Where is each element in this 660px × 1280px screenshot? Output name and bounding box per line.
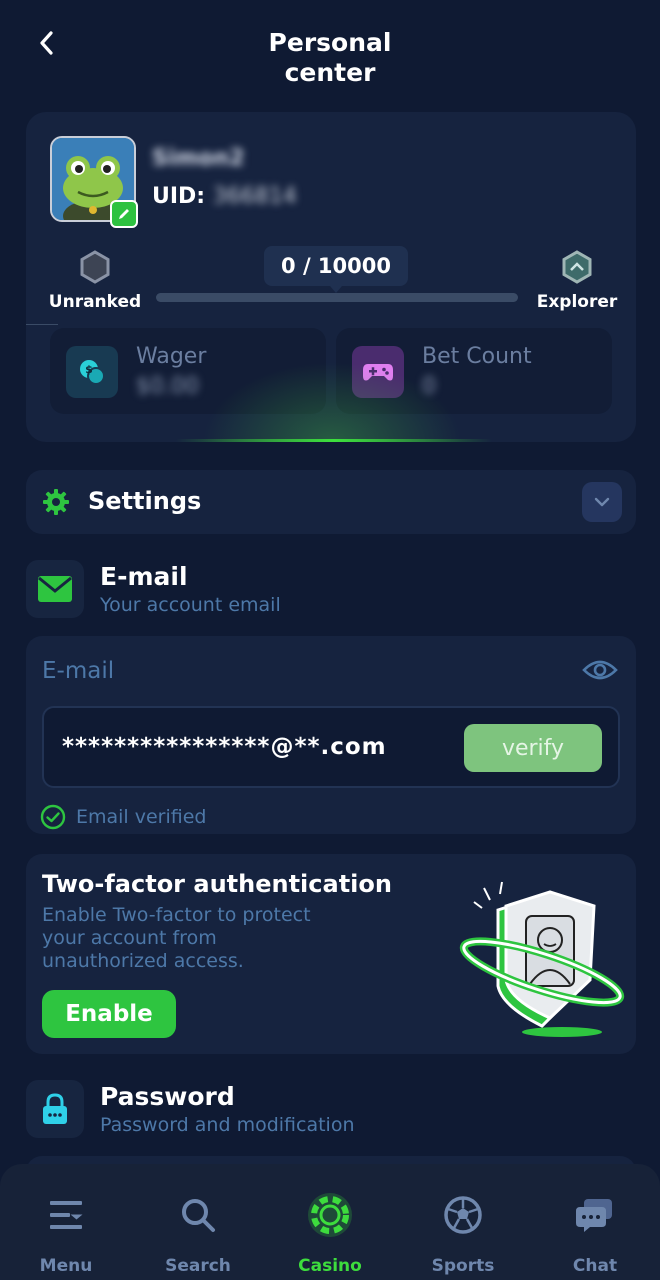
nav-item-sports[interactable]: Sports bbox=[408, 1192, 518, 1276]
verify-button[interactable]: verify bbox=[464, 724, 602, 772]
profile-card: Simon2 UID: 366814 Unranked 0 / 10000 Ex… bbox=[26, 112, 636, 442]
nav-item-menu[interactable]: Menu bbox=[11, 1192, 121, 1276]
edit-avatar-button[interactable] bbox=[110, 200, 138, 228]
uid-value: 366814 bbox=[212, 184, 297, 209]
nav-label-casino: Casino bbox=[298, 1256, 362, 1276]
settings-label: Settings bbox=[88, 487, 202, 515]
shield-user-icon bbox=[459, 881, 625, 1037]
envelope-icon bbox=[38, 576, 72, 602]
menu-icon bbox=[50, 1201, 83, 1229]
nav-item-search[interactable]: Search bbox=[143, 1192, 253, 1276]
rank-next: Explorer bbox=[532, 250, 622, 312]
email-section-subtitle: Your account email bbox=[100, 594, 281, 616]
settings-expand-button[interactable] bbox=[582, 482, 622, 522]
pencil-icon bbox=[119, 209, 129, 219]
unranked-badge-icon bbox=[80, 250, 110, 284]
chat-icon bbox=[576, 1199, 612, 1232]
eye-icon[interactable] bbox=[582, 656, 618, 684]
wager-label: Wager bbox=[136, 344, 207, 369]
wager-icon-box: $ bbox=[66, 346, 118, 398]
password-section-title: Password bbox=[100, 1082, 235, 1111]
card-glow-line bbox=[176, 439, 492, 442]
twofa-card: Two-factor authentication Enable Two-fac… bbox=[26, 854, 636, 1054]
card-glow bbox=[202, 362, 462, 442]
email-card: E-mail ****************@**.com verify Em… bbox=[26, 636, 636, 834]
nav-item-casino[interactable]: Casino bbox=[275, 1192, 385, 1276]
nav-item-chat[interactable]: Chat bbox=[540, 1192, 650, 1276]
nav-label-menu: Menu bbox=[39, 1256, 93, 1276]
rank-current-label: Unranked bbox=[48, 292, 142, 312]
explorer-badge-icon bbox=[562, 250, 592, 284]
email-section-title: E-mail bbox=[100, 562, 188, 591]
enable-twofa-button[interactable]: Enable bbox=[42, 990, 176, 1038]
soccer-ball-icon bbox=[444, 1196, 482, 1234]
search-icon bbox=[182, 1199, 215, 1232]
email-verified-text: Email verified bbox=[76, 806, 207, 828]
casino-chip-icon bbox=[308, 1193, 352, 1237]
password-icon-box bbox=[26, 1080, 84, 1138]
rank-progress-bar bbox=[156, 293, 518, 302]
back-button[interactable] bbox=[30, 26, 62, 60]
rank-current: Unranked bbox=[48, 250, 142, 312]
check-circle-icon bbox=[40, 804, 66, 830]
nav-label-sports: Sports bbox=[431, 1256, 495, 1276]
uid-label: UID: bbox=[152, 184, 206, 209]
uid-row: UID: 366814 bbox=[152, 184, 297, 209]
twofa-title: Two-factor authentication bbox=[42, 870, 392, 898]
lock-icon bbox=[43, 1093, 67, 1124]
divider bbox=[26, 324, 58, 325]
password-section-subtitle: Password and modification bbox=[100, 1114, 355, 1136]
twofa-description: Enable Two-factor to protect your accoun… bbox=[42, 904, 311, 972]
email-value: ****************@**.com bbox=[62, 734, 387, 760]
nav-label-chat: Chat bbox=[572, 1256, 618, 1276]
rank-next-label: Explorer bbox=[536, 292, 618, 312]
svg-text:$: $ bbox=[85, 363, 93, 376]
nav-label-search: Search bbox=[165, 1256, 231, 1276]
header: Personal center bbox=[0, 0, 660, 100]
email-field-label: E-mail bbox=[42, 658, 115, 684]
email-verified-status: Email verified bbox=[40, 804, 207, 830]
coins-icon: $ bbox=[80, 360, 105, 385]
email-field[interactable]: ****************@**.com verify bbox=[42, 706, 620, 788]
bottom-nav: Menu Search Casino Sports Chat bbox=[0, 1164, 660, 1280]
chevron-down-icon bbox=[594, 497, 610, 507]
password-section-header[interactable]: Password Password and modification bbox=[26, 1080, 626, 1140]
progress-value: 0 / 10000 bbox=[264, 246, 408, 293]
gear-icon bbox=[43, 489, 69, 515]
wager-value: $0.00 bbox=[136, 374, 199, 399]
settings-bar[interactable]: Settings bbox=[26, 470, 636, 534]
page-title: Personal center bbox=[268, 28, 392, 87]
username: Simon2 bbox=[152, 146, 245, 171]
email-icon-box bbox=[26, 560, 84, 618]
email-section-header: E-mail Your account email bbox=[26, 560, 626, 620]
chevron-left-icon bbox=[40, 31, 53, 55]
